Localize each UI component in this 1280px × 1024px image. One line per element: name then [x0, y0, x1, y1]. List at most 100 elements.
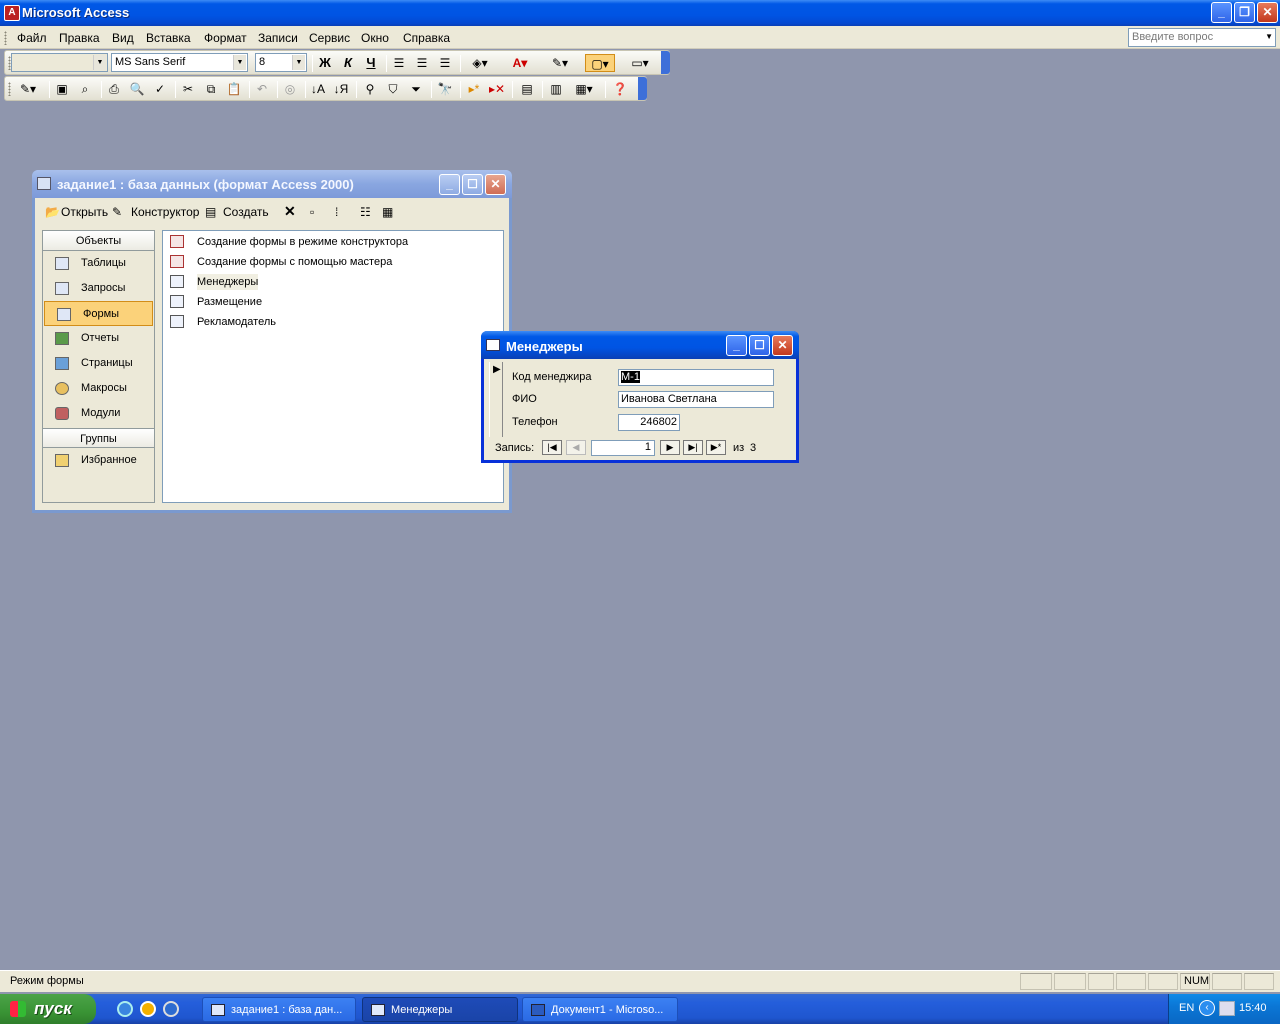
list-item[interactable]: Создание формы с помощью мастера: [163, 252, 503, 272]
new-record-icon[interactable]: ▸*: [464, 80, 484, 98]
small-icons-icon[interactable]: ⁞: [335, 205, 338, 219]
design-button[interactable]: Конструктор: [131, 205, 199, 219]
object-pages[interactable]: Страницы: [43, 351, 154, 376]
sort-ascending-icon[interactable]: ↓A: [308, 80, 328, 98]
new-record-button[interactable]: ▶*: [706, 440, 726, 455]
list-item[interactable]: Рекламодатель: [163, 312, 503, 332]
toolbar-options-icon[interactable]: [638, 77, 647, 100]
chevron-down-icon[interactable]: ▼: [233, 55, 246, 70]
menu-insert[interactable]: Вставка: [146, 31, 191, 45]
menu-format[interactable]: Формат: [204, 31, 247, 45]
form-window-titlebar[interactable]: Менеджеры _ ☐ ✕: [481, 331, 799, 359]
list-item[interactable]: Размещение: [163, 292, 503, 312]
record-number-input[interactable]: 1: [591, 440, 655, 456]
db-close-button[interactable]: ✕: [485, 174, 506, 195]
network-icon[interactable]: [1219, 1001, 1235, 1016]
menu-file[interactable]: Файл: [17, 31, 47, 45]
align-left-icon[interactable]: ☰: [389, 54, 409, 72]
fill-color-icon[interactable]: ◈▾: [465, 54, 495, 72]
list-item[interactable]: Менеджеры: [163, 272, 503, 292]
close-button[interactable]: ✕: [1257, 2, 1278, 23]
menu-help[interactable]: Справка: [403, 31, 450, 45]
toolbar-options-icon[interactable]: [661, 51, 670, 74]
create-button[interactable]: Создать: [223, 205, 269, 219]
object-forms[interactable]: Формы: [44, 301, 153, 326]
view-icon[interactable]: ✎▾: [13, 80, 43, 98]
line-width-icon[interactable]: ▭▾: [625, 54, 655, 72]
delete-icon[interactable]: ✕: [284, 203, 296, 220]
border-icon[interactable]: ▢▾: [585, 54, 615, 72]
save-icon[interactable]: ▣: [52, 80, 72, 98]
minimize-button[interactable]: _: [1211, 2, 1232, 23]
print-icon[interactable]: ⎙: [104, 80, 124, 98]
record-selector[interactable]: ▶: [489, 362, 503, 437]
object-tables[interactable]: Таблицы: [43, 251, 154, 276]
manager-code-field[interactable]: М-1: [618, 369, 774, 386]
details-view-icon[interactable]: ▦: [382, 205, 393, 219]
bold-button[interactable]: Ж: [315, 54, 335, 72]
object-reports[interactable]: Отчеты: [43, 326, 154, 351]
properties-icon[interactable]: ▤: [517, 80, 537, 98]
restore-button[interactable]: ❐: [1234, 2, 1255, 23]
access-app-icon[interactable]: A: [4, 5, 20, 21]
name-field[interactable]: Иванова Светлана: [618, 391, 774, 408]
create-icon[interactable]: ▤: [205, 205, 216, 219]
underline-button[interactable]: Ч: [361, 54, 381, 72]
form-close-button[interactable]: ✕: [772, 335, 793, 356]
delete-record-icon[interactable]: ▸✕: [487, 80, 507, 98]
font-color-icon[interactable]: A▾: [505, 54, 535, 72]
align-center-icon[interactable]: ☰: [412, 54, 432, 72]
line-color-icon[interactable]: ✎▾: [545, 54, 575, 72]
first-record-button[interactable]: |◀: [542, 440, 562, 455]
spelling-icon[interactable]: ✓: [150, 80, 170, 98]
apply-filter-icon[interactable]: ⏷: [406, 80, 426, 98]
object-combo[interactable]: ▼: [11, 53, 108, 72]
chevron-down-icon[interactable]: ▼: [1265, 32, 1273, 41]
database-window-titlebar[interactable]: задание1 : база данных (формат Access 20…: [32, 170, 512, 198]
open-icon[interactable]: 📂: [45, 205, 60, 219]
filter-by-form-icon[interactable]: ⛉: [383, 80, 403, 98]
paste-icon[interactable]: 📋: [224, 80, 244, 98]
phone-field[interactable]: 246802: [618, 414, 680, 431]
object-macros[interactable]: Макросы: [43, 376, 154, 401]
form-minimize-button[interactable]: _: [726, 335, 747, 356]
chevron-down-icon[interactable]: ▼: [292, 55, 305, 70]
cut-icon[interactable]: ✂: [178, 80, 198, 98]
internet-explorer-icon[interactable]: [117, 1001, 133, 1017]
group-favorites[interactable]: Избранное: [43, 448, 154, 473]
undo-icon[interactable]: ↶: [252, 80, 272, 98]
taskbar-task-word[interactable]: Документ1 - Microso...: [522, 997, 678, 1022]
font-combo[interactable]: MS Sans Serif ▼: [111, 53, 248, 72]
list-view-icon[interactable]: ☷: [360, 205, 371, 219]
object-modules[interactable]: Модули: [43, 401, 154, 426]
taskbar-task-database[interactable]: задание1 : база дан...: [202, 997, 356, 1022]
db-maximize-button[interactable]: ☐: [462, 174, 483, 195]
groups-header[interactable]: Группы: [43, 428, 154, 448]
file-search-icon[interactable]: ⌕: [75, 80, 95, 98]
open-button[interactable]: Открыть: [61, 205, 108, 219]
clock[interactable]: 15:40: [1239, 1002, 1267, 1014]
help-icon[interactable]: ❓: [610, 80, 630, 98]
language-indicator[interactable]: EN: [1179, 1002, 1194, 1014]
media-player-icon[interactable]: [140, 1001, 156, 1017]
menu-records[interactable]: Записи: [258, 31, 298, 45]
ask-question-input[interactable]: Введите вопрос ▼: [1128, 28, 1276, 47]
menu-tools[interactable]: Сервис: [309, 31, 350, 45]
font-size-combo[interactable]: 8 ▼: [255, 53, 307, 72]
next-record-button[interactable]: ▶: [660, 440, 680, 455]
menu-window[interactable]: Окно: [361, 31, 389, 45]
menu-grip[interactable]: [4, 31, 7, 45]
last-record-button[interactable]: ▶|: [683, 440, 703, 455]
objects-header[interactable]: Объекты: [43, 231, 154, 251]
chevron-down-icon[interactable]: ▼: [93, 55, 106, 70]
menu-edit[interactable]: Правка: [59, 31, 100, 45]
filter-by-selection-icon[interactable]: ⚲: [360, 80, 380, 98]
previous-record-button[interactable]: ◀: [566, 440, 586, 455]
new-object-icon[interactable]: ▦▾: [569, 80, 599, 98]
find-icon[interactable]: 🔭: [435, 80, 455, 98]
design-icon[interactable]: ✎: [112, 205, 122, 219]
db-minimize-button[interactable]: _: [439, 174, 460, 195]
show-hidden-icons-icon[interactable]: ‹: [1199, 1000, 1215, 1016]
copy-icon[interactable]: ⧉: [201, 80, 221, 98]
sort-descending-icon[interactable]: ↓Я: [331, 80, 351, 98]
